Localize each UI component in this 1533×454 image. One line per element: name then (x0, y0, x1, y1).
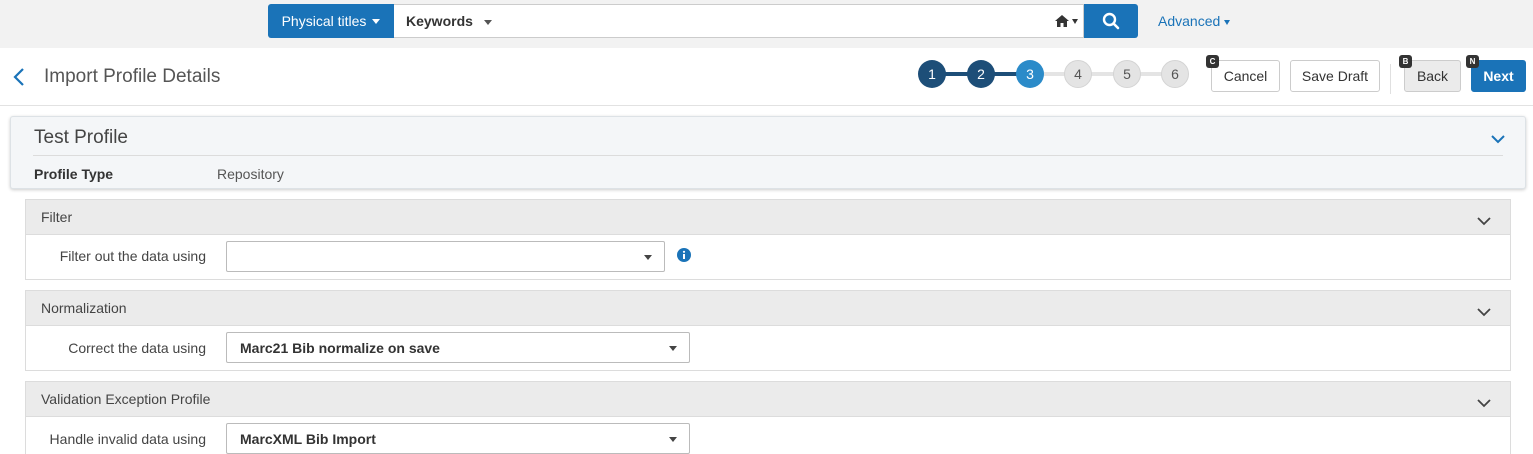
filter-section: Filter Filter out the data using (25, 199, 1511, 280)
wizard-steps: 1 2 3 4 5 6 (918, 60, 1190, 88)
validation-section-title: Validation Exception Profile (41, 391, 211, 407)
search-field-selector[interactable]: Keywords (406, 13, 473, 29)
search-scope-label: Physical titles (281, 13, 367, 29)
normalization-section-title: Normalization (41, 300, 127, 316)
chevron-down-icon[interactable] (1477, 213, 1491, 229)
caret-down-icon (484, 20, 492, 25)
normalization-section-header[interactable]: Normalization (26, 291, 1510, 326)
cancel-label: Cancel (1223, 68, 1268, 84)
validation-section: Validation Exception Profile Handle inva… (25, 381, 1511, 454)
search-icon (1102, 12, 1120, 30)
normalization-select[interactable]: Marc21 Bib normalize on save (226, 332, 690, 363)
caret-down-icon (1224, 19, 1231, 25)
next-label: Next (1483, 68, 1514, 84)
search-bar: Physical titles Keywords Advanced (0, 0, 1533, 48)
filter-select[interactable] (226, 241, 665, 272)
search-button[interactable] (1084, 4, 1138, 38)
normalization-section: Normalization Correct the data using Mar… (25, 290, 1511, 371)
home-icon[interactable] (1054, 14, 1070, 31)
shortcut-badge-back: B (1399, 55, 1412, 68)
normalization-select-value: Marc21 Bib normalize on save (240, 340, 440, 356)
wizard-step-1[interactable]: 1 (918, 60, 946, 88)
shortcut-badge-next: N (1466, 55, 1479, 68)
search-scope-dropdown[interactable]: Physical titles (268, 4, 394, 38)
divider (1390, 64, 1391, 94)
filter-section-header[interactable]: Filter (26, 200, 1510, 235)
wizard-step-3[interactable]: 3 (1016, 60, 1044, 88)
chevron-down-icon[interactable] (1491, 131, 1505, 147)
save-draft-label: Save Draft (1301, 68, 1369, 84)
normalization-field-label: Correct the data using (68, 340, 206, 356)
caret-down-icon (669, 437, 677, 442)
advanced-search-label: Advanced (1158, 13, 1221, 29)
back-arrow-icon[interactable] (12, 66, 26, 91)
validation-section-header[interactable]: Validation Exception Profile (26, 382, 1510, 417)
validation-field-label: Handle invalid data using (49, 431, 206, 447)
caret-down-icon (669, 346, 677, 351)
validation-select[interactable]: MarcXML Bib Import (226, 423, 690, 454)
caret-down-icon (1072, 19, 1078, 24)
advanced-search-link[interactable]: Advanced (1158, 13, 1231, 29)
validation-select-value: MarcXML Bib Import (240, 431, 376, 447)
page-title: Import Profile Details (44, 66, 221, 87)
wizard-step-6[interactable]: 6 (1161, 60, 1189, 88)
wizard-step-2[interactable]: 2 (967, 60, 995, 88)
cancel-button[interactable]: Cancel (1211, 60, 1280, 92)
step-connector-todo (1030, 72, 1176, 76)
page-header: Import Profile Details 1 2 3 4 5 6 Cance… (0, 48, 1533, 106)
save-draft-button[interactable]: Save Draft (1290, 60, 1380, 92)
profile-summary-card: Test Profile Profile Type Repository (10, 116, 1526, 189)
chevron-down-icon[interactable] (1477, 304, 1491, 320)
wizard-step-5[interactable]: 5 (1113, 60, 1141, 88)
search-input[interactable]: Keywords (394, 4, 1084, 38)
info-icon[interactable] (677, 248, 691, 265)
chevron-down-icon[interactable] (1477, 395, 1491, 411)
caret-down-icon (644, 255, 652, 260)
filter-field-label: Filter out the data using (59, 248, 206, 264)
shortcut-badge-cancel: C (1206, 55, 1219, 68)
caret-down-icon (372, 18, 381, 24)
divider (33, 155, 1503, 156)
next-button[interactable]: Next (1471, 60, 1526, 92)
back-button[interactable]: Back (1404, 60, 1461, 92)
back-label: Back (1416, 68, 1449, 84)
profile-type-value: Repository (217, 166, 284, 182)
profile-name: Test Profile (34, 127, 128, 148)
wizard-step-4[interactable]: 4 (1064, 60, 1092, 88)
filter-section-title: Filter (41, 209, 73, 225)
profile-type-label: Profile Type (34, 166, 114, 182)
